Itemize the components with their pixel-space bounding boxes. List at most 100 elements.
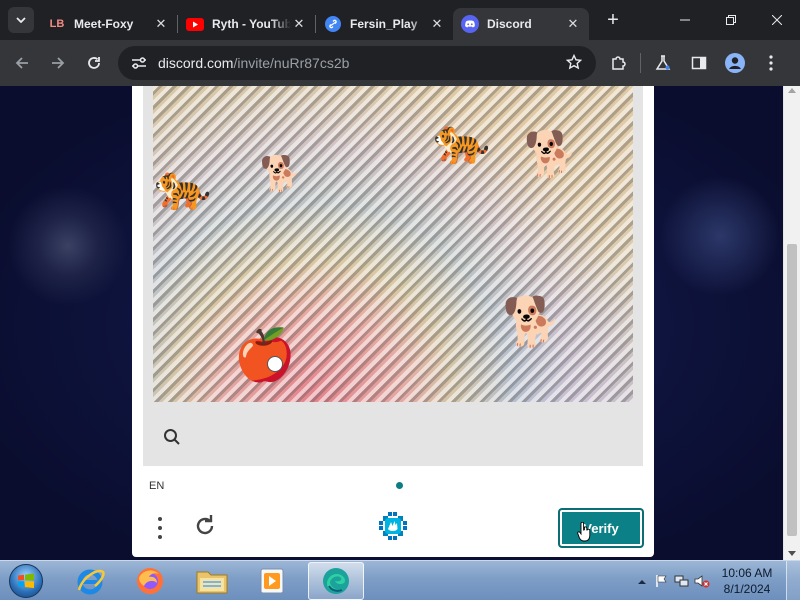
scrollbar-thumb[interactable] — [787, 244, 797, 536]
window-controls — [662, 0, 800, 40]
taskbar-firefox[interactable] — [122, 562, 178, 600]
dog-object[interactable]: 🐕 — [497, 284, 567, 362]
verify-button[interactable]: Verify — [558, 508, 644, 548]
captcha-menu-button[interactable] — [154, 514, 166, 542]
bookmark-star-icon[interactable] — [565, 53, 583, 73]
chevron-down-icon — [16, 17, 26, 23]
tab-title: Ryth - YouTube — [212, 17, 291, 31]
more-vert-dot — [158, 517, 162, 521]
taskbar-internet-explorer[interactable] — [62, 562, 118, 600]
tab-meet-foxy[interactable]: LB Meet-Foxy ✕ — [40, 8, 177, 40]
browser-toolbar: discord.com/invite/nuRr87cs2b — [0, 40, 800, 86]
clock-date: 8/1/2024 — [723, 582, 771, 596]
media-player-icon — [260, 568, 284, 594]
url-text: discord.com/invite/nuRr87cs2b — [158, 55, 349, 71]
forward-button[interactable] — [40, 45, 76, 81]
progress-dot — [396, 482, 403, 489]
windows-logo-icon — [9, 564, 43, 598]
tiger-object[interactable]: 🐅 — [423, 112, 501, 168]
system-tray: 10:06 AM 8/1/2024 — [632, 561, 800, 600]
folder-icon — [196, 571, 228, 594]
start-button[interactable] — [4, 562, 48, 600]
side-panel-button[interactable] — [681, 45, 717, 81]
page-scrollbar[interactable] — [783, 86, 800, 560]
reload-icon — [88, 57, 100, 69]
taskbar-media-player[interactable] — [244, 562, 300, 600]
close-window-button[interactable] — [754, 0, 800, 40]
restore-icon — [726, 15, 736, 25]
show-hidden-icons-button[interactable] — [632, 571, 652, 591]
plus-icon: + — [607, 8, 619, 31]
challenge-image[interactable]: 🐅 🐕 🐅 🐕 🍎 🐕 — [153, 86, 633, 402]
close-icon[interactable]: ✕ — [429, 16, 445, 32]
firefox-icon — [137, 568, 163, 594]
minimize-icon — [680, 19, 690, 21]
clock-time: 10:06 AM — [721, 566, 773, 580]
zoom-button[interactable] — [162, 427, 182, 447]
tab-ryth-youtube[interactable]: Ryth - YouTube ✕ — [178, 8, 315, 40]
tab-search-button[interactable] — [8, 7, 34, 33]
network-icon[interactable] — [672, 571, 692, 591]
side-panel-icon — [691, 56, 707, 70]
hcaptcha-logo-icon[interactable] — [376, 509, 410, 543]
dog-object[interactable]: 🐕 — [257, 148, 305, 200]
chevron-up-icon — [638, 579, 646, 584]
close-icon[interactable]: ✕ — [291, 16, 307, 32]
address-bar[interactable]: discord.com/invite/nuRr87cs2b — [118, 46, 596, 80]
volume-muted-icon[interactable] — [692, 571, 712, 591]
avatar-icon — [725, 53, 745, 73]
refresh-challenge-button[interactable] — [192, 513, 218, 539]
language-selector[interactable]: EN — [149, 480, 164, 492]
arrow-left-icon — [15, 57, 28, 69]
puzzle-icon — [612, 56, 626, 70]
reload-button[interactable] — [76, 45, 112, 81]
scroll-down-arrow-icon[interactable] — [788, 551, 796, 556]
arrow-right-icon — [52, 57, 65, 69]
discord-icon — [461, 15, 479, 33]
edge-icon — [323, 568, 349, 594]
restore-button[interactable] — [708, 0, 754, 40]
windows-taskbar: 10:06 AM 8/1/2024 — [0, 560, 800, 600]
url-host: discord.com — [158, 55, 234, 71]
more-vert-dot — [158, 535, 162, 539]
tab-title: Discord — [487, 17, 532, 31]
url-path: /invite/nuRr87cs2b — [233, 55, 350, 71]
tab-title: Meet-Foxy — [74, 17, 134, 31]
apple-object[interactable]: 🍎 — [231, 324, 299, 386]
search-icon — [164, 429, 180, 445]
tab-title: Fersin_Play — [350, 17, 418, 31]
back-button[interactable] — [4, 45, 40, 81]
site-info-button[interactable] — [126, 50, 152, 76]
profile-button[interactable] — [717, 45, 753, 81]
dog-object[interactable]: 🐕 — [513, 124, 589, 186]
system-clock[interactable]: 10:06 AM 8/1/2024 — [712, 565, 782, 597]
minimize-button[interactable] — [662, 0, 708, 40]
tab-fersin-play[interactable]: Fersin_Play ✕ — [316, 8, 453, 40]
extensions-button[interactable] — [600, 45, 636, 81]
new-tab-button[interactable]: + — [599, 6, 627, 34]
browser-menu-button[interactable] — [753, 45, 789, 81]
toolbar-actions — [600, 45, 789, 81]
tiger-object[interactable]: 🐅 — [153, 148, 213, 224]
taskbar-file-explorer[interactable] — [184, 562, 240, 600]
tune-icon — [132, 57, 146, 69]
youtube-icon — [186, 15, 204, 33]
tab-discord[interactable]: Discord ✕ — [453, 8, 589, 40]
more-vert-icon — [769, 55, 773, 71]
more-vert-dot — [158, 526, 162, 530]
show-desktop-button[interactable] — [786, 561, 800, 600]
close-icon[interactable]: ✕ — [153, 16, 169, 32]
hcaptcha-challenge: 🐅 🐕 🐅 🐕 🍎 🐕 EN Verify — [132, 86, 654, 557]
close-icon[interactable]: ✕ — [565, 16, 581, 32]
tab-strip: LB Meet-Foxy ✕ Ryth - YouTube ✕ Fersin_P… — [0, 0, 800, 40]
scroll-up-arrow-icon[interactable] — [788, 88, 796, 93]
labs-button[interactable] — [645, 45, 681, 81]
link-icon — [324, 15, 342, 33]
toolbar-divider — [640, 53, 641, 73]
action-center-flag-icon[interactable] — [652, 571, 672, 591]
selection-marker[interactable] — [267, 356, 283, 372]
internet-explorer-icon — [77, 569, 105, 595]
taskbar-edge[interactable] — [308, 562, 364, 600]
hand-cursor-icon — [577, 522, 591, 542]
refresh-icon — [196, 515, 214, 535]
